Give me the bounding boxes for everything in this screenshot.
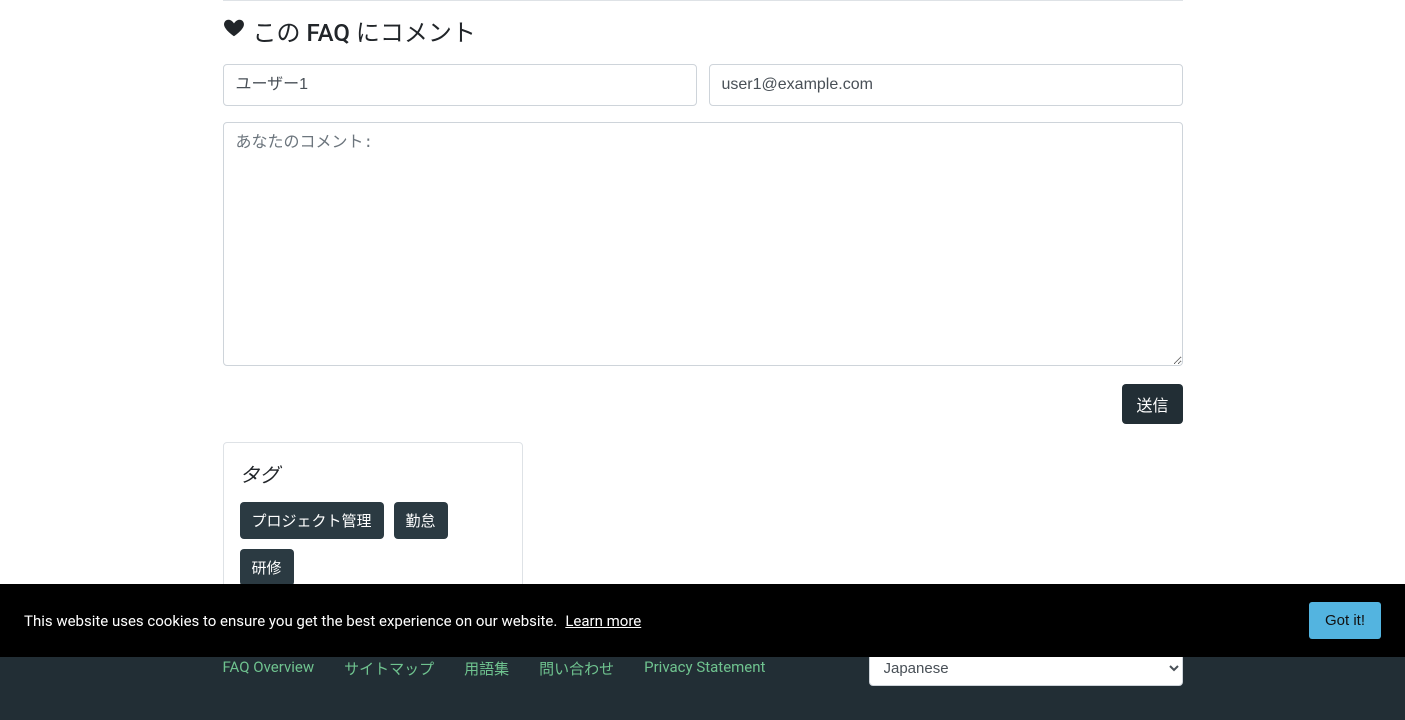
cookie-text: This website uses cookies to ensure you … — [24, 612, 557, 630]
divider — [223, 0, 1183, 1]
footer-link-contact[interactable]: 問い合わせ — [539, 658, 614, 679]
tags-list: プロジェクト管理 勤怠 研修 — [240, 502, 506, 586]
comment-heading-text: この FAQ にコメント — [253, 13, 476, 48]
cookie-dismiss-button[interactable]: Got it! — [1309, 602, 1381, 639]
footer-link-sitemap[interactable]: サイトマップ — [344, 658, 434, 679]
tag-button[interactable]: プロジェクト管理 — [240, 502, 384, 539]
cookie-learn-more-link[interactable]: Learn more — [565, 612, 641, 630]
footer-link-glossary[interactable]: 用語集 — [464, 658, 509, 679]
footer-link-faq-overview[interactable]: FAQ Overview — [223, 658, 315, 679]
heart-icon — [223, 17, 245, 45]
footer-links: FAQ Overview サイトマップ 用語集 問い合わせ Privacy St… — [223, 658, 766, 679]
name-input[interactable] — [223, 64, 697, 106]
footer-link-privacy[interactable]: Privacy Statement — [644, 658, 765, 679]
tags-title: タグ — [240, 459, 506, 488]
submit-button[interactable]: 送信 — [1122, 384, 1182, 424]
comment-heading: この FAQ にコメント — [223, 13, 1183, 48]
tag-button[interactable]: 研修 — [240, 549, 294, 586]
tag-button[interactable]: 勤怠 — [394, 502, 448, 539]
email-input[interactable] — [709, 64, 1183, 106]
tags-card: タグ プロジェクト管理 勤怠 研修 — [223, 442, 523, 603]
comment-textarea[interactable] — [223, 122, 1183, 366]
cookie-bar: This website uses cookies to ensure you … — [0, 584, 1405, 657]
